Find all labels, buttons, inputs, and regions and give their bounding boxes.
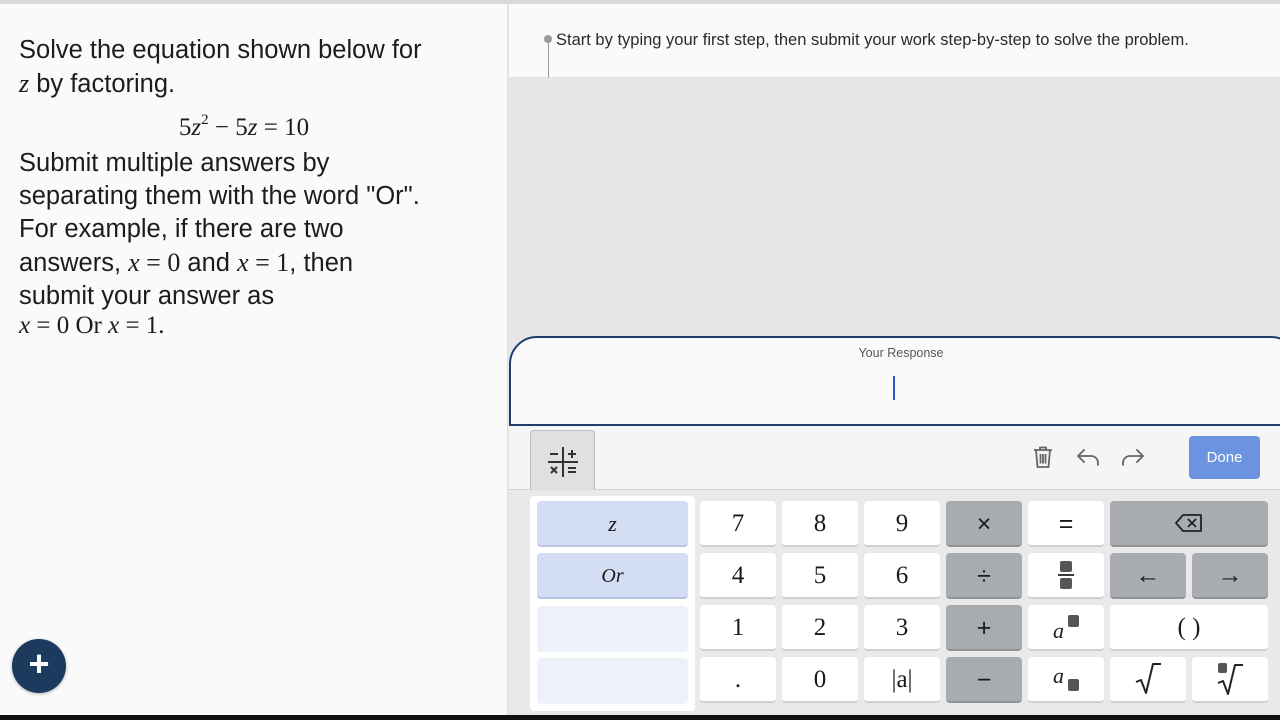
key-backspace[interactable] (1110, 501, 1268, 547)
instruction-line: answers, x = 0 and x = 1, then (19, 248, 354, 277)
example-answer: x = 0 Or x = 1. (19, 312, 165, 339)
math-symbols-icon (548, 447, 578, 477)
key-parentheses[interactable]: ( ) (1110, 605, 1268, 651)
key-subscript[interactable]: a (1028, 657, 1104, 703)
redo-icon[interactable] (1120, 444, 1146, 470)
text-caret (893, 376, 895, 400)
variable: z (19, 69, 30, 98)
work-area (509, 78, 1280, 338)
key-left-arrow[interactable]: ← (1110, 553, 1186, 599)
variable-keys: z Or (530, 496, 695, 711)
key-square-root[interactable] (1110, 657, 1186, 703)
key-9[interactable]: 9 (864, 501, 940, 547)
key-or[interactable]: Or (537, 553, 688, 599)
response-input[interactable]: Your Response (509, 336, 1280, 426)
key-8[interactable]: 8 (782, 501, 858, 547)
instruction-line: Submit multiple answers by (19, 149, 330, 177)
done-button[interactable]: Done (1189, 436, 1260, 479)
add-button[interactable]: + (12, 639, 66, 693)
key-minus[interactable]: − (946, 657, 1022, 703)
response-label: Your Response (858, 346, 944, 360)
instruction-line: separating them with the word "Or". (19, 182, 420, 210)
equation: 5z2 − 5z = 10 (178, 112, 310, 141)
key-6[interactable]: 6 (864, 553, 940, 599)
key-right-arrow[interactable]: → (1192, 553, 1268, 599)
svg-text:a: a (1053, 665, 1064, 688)
backspace-icon (1175, 514, 1202, 532)
problem-line: Solve the equation shown below for (19, 36, 422, 64)
instruction-line: For example, if there are two (19, 215, 344, 243)
trash-icon[interactable] (1030, 444, 1056, 470)
square-root-icon (1135, 663, 1161, 694)
svg-text:a: a (1053, 618, 1064, 641)
key-exponent[interactable]: a (1028, 605, 1104, 651)
key-plus[interactable]: + (946, 605, 1022, 651)
nth-root-icon (1217, 663, 1243, 695)
key-4[interactable]: 4 (700, 553, 776, 599)
key-variable-z[interactable]: z (537, 501, 688, 547)
hint-text: Start by typing your first step, then su… (556, 31, 1189, 49)
bottom-border (0, 715, 1280, 720)
exponent-icon: a (1053, 615, 1079, 641)
fraction-icon (1058, 561, 1074, 589)
keyboard-toolbar: Done (509, 426, 1280, 490)
math-keypad: z Or 7 8 9 × = 4 5 6 ÷ ← → 1 2 3 + a ()… (509, 490, 1280, 715)
key-3[interactable]: 3 (864, 605, 940, 651)
key-divide[interactable]: ÷ (946, 553, 1022, 599)
key-equals[interactable]: = (1028, 501, 1104, 547)
step-hint: Start by typing your first step, then su… (509, 4, 1280, 78)
key-0[interactable]: 0 (782, 657, 858, 703)
problem-panel: Solve the equation shown below for z by … (0, 4, 508, 715)
key-multiply[interactable]: × (946, 501, 1022, 547)
math-keyboard-tab[interactable] (530, 430, 595, 490)
key-decimal[interactable]: . (700, 657, 776, 703)
step-line (547, 42, 549, 78)
instruction-line: submit your answer as (19, 282, 275, 310)
key-absolute-value[interactable]: |a| (864, 657, 940, 703)
key-5[interactable]: 5 (782, 553, 858, 599)
key-2[interactable]: 2 (782, 605, 858, 651)
key-1[interactable]: 1 (700, 605, 776, 651)
subscript-icon: a (1053, 665, 1079, 691)
key-fraction[interactable] (1028, 553, 1104, 599)
key-empty-slot (537, 658, 688, 704)
problem-line: by factoring. (29, 70, 176, 98)
key-7[interactable]: 7 (700, 501, 776, 547)
key-empty-slot (537, 606, 688, 652)
key-nth-root[interactable] (1192, 657, 1268, 703)
undo-icon[interactable] (1075, 444, 1101, 470)
problem-statement: Solve the equation shown below for z by … (19, 34, 489, 339)
